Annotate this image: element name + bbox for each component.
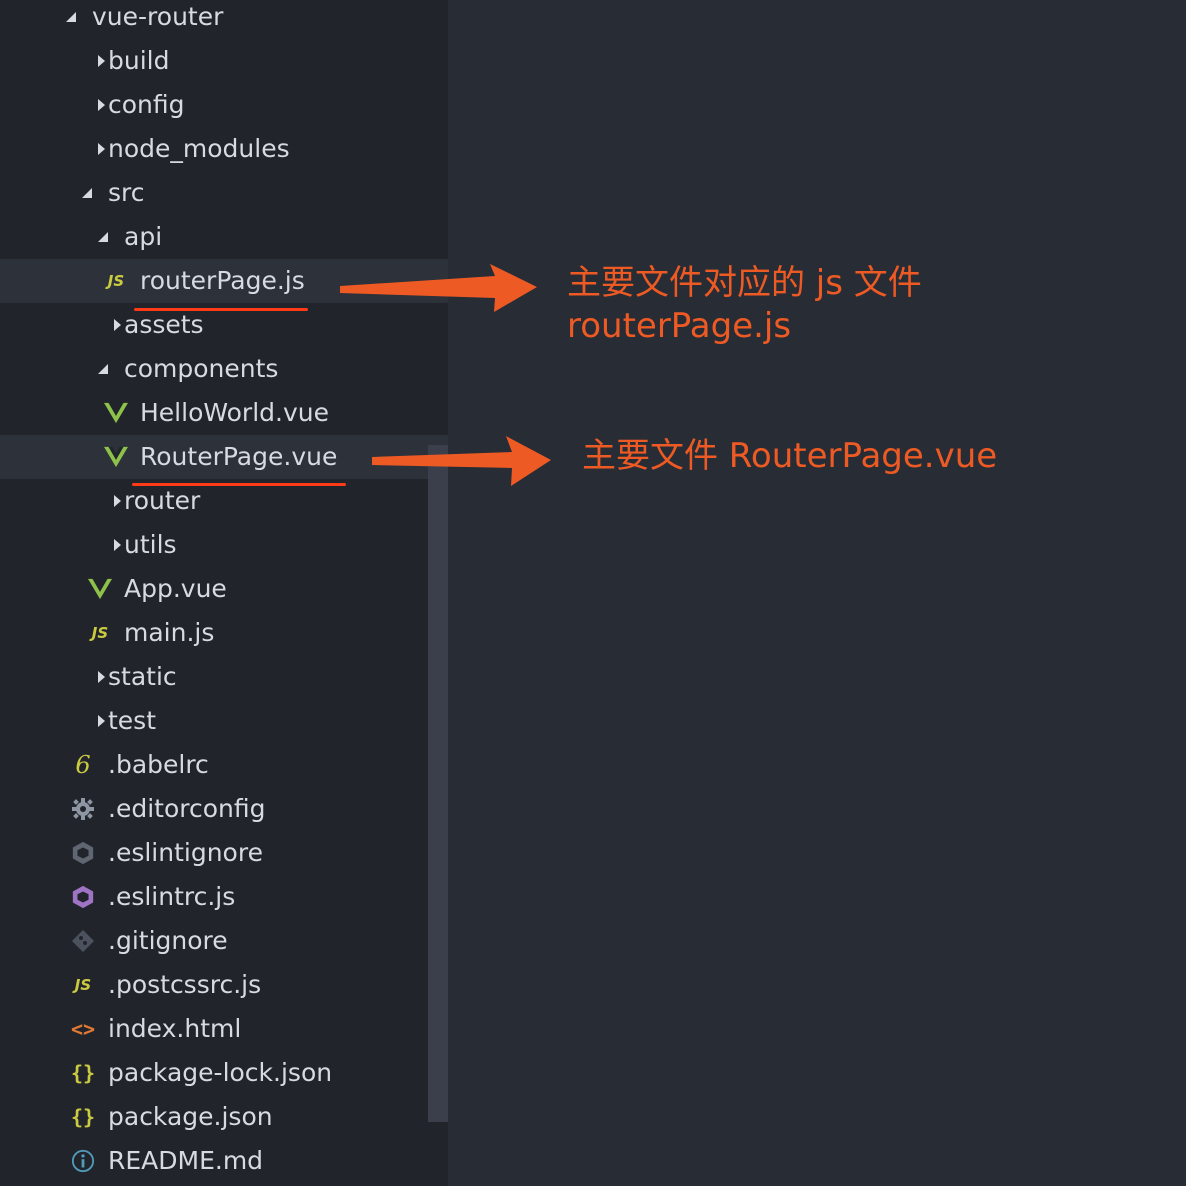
annotation-js-line2: routerPage.js	[567, 306, 792, 346]
arrow-to-routerpage-js	[340, 264, 537, 312]
annotation-vue-line: 主要文件 RouterPage.vue	[582, 436, 998, 476]
editor-window: vue-router build config node_modules src api J…	[0, 0, 1186, 1186]
arrow-to-routerpage-vue	[372, 436, 551, 486]
annotation-js-line1: 主要文件对应的 js 文件	[567, 263, 922, 303]
annotation-arrows	[340, 264, 551, 486]
